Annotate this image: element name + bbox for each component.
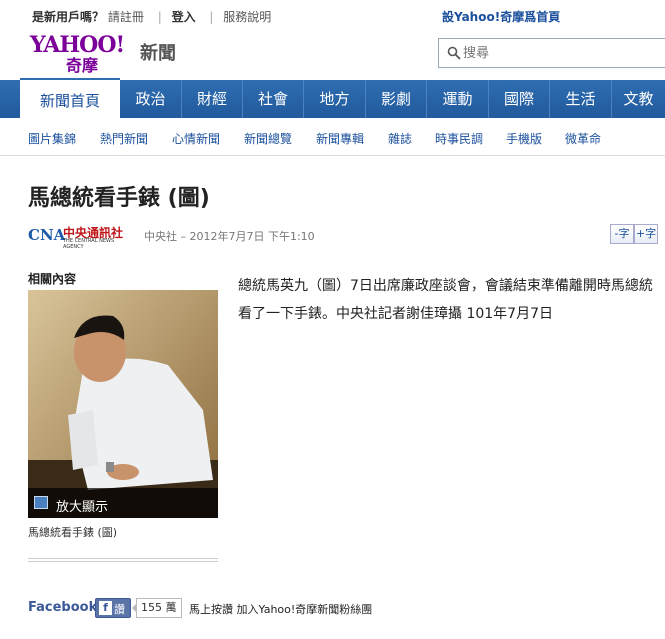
tab-news-home[interactable]: 新聞首頁 bbox=[20, 78, 120, 118]
subnav-magazine[interactable]: 雜誌 bbox=[388, 130, 412, 147]
article-title: 馬總統看手錶 (圖) bbox=[28, 186, 210, 211]
article-photo[interactable]: 放大顯示 bbox=[28, 290, 218, 518]
article-byline: CNA 中央通訊社 THE CENTRAL NEWS AGENCY 中央社 – … bbox=[28, 224, 665, 250]
subnav-polls[interactable]: 時事民調 bbox=[435, 130, 483, 147]
section-name: 新聞 bbox=[140, 43, 176, 64]
subnav-news-features[interactable]: 新聞專輯 bbox=[316, 130, 364, 147]
tab-local[interactable]: 地方 bbox=[304, 80, 366, 118]
facebook-cta: 馬上按讚 加入Yahoo!奇摩新聞粉絲團 bbox=[189, 603, 373, 616]
tab-politics[interactable]: 政治 bbox=[120, 80, 182, 118]
top-utility-bar: 是新用戶嗎？ 請註冊 | 登入 | 服務說明 設Yahoo!奇摩爲首頁 bbox=[0, 0, 665, 30]
facebook-title: Facebook bbox=[28, 600, 98, 615]
service-info-link[interactable]: 服務說明 bbox=[223, 10, 271, 24]
photo-caption[interactable]: 馬總統看手錶 (圖) bbox=[28, 524, 117, 540]
tab-society[interactable]: 社會 bbox=[243, 80, 304, 118]
tab-finance[interactable]: 財經 bbox=[182, 80, 243, 118]
facebook-like-button[interactable]: f 讚 bbox=[95, 598, 131, 618]
section-divider bbox=[28, 558, 218, 562]
search-box[interactable] bbox=[438, 38, 665, 68]
subnav-mobile[interactable]: 手機版 bbox=[506, 130, 542, 147]
user-links: 是新用戶嗎？ 請註冊 | 登入 | 服務說明 bbox=[32, 8, 275, 25]
zoom-icon bbox=[34, 496, 48, 509]
facebook-icon: f bbox=[99, 601, 112, 615]
tab-entertainment[interactable]: 影劇 bbox=[366, 80, 427, 118]
facebook-bar: Facebook f 讚 155 萬 馬上按讚 加入Yahoo!奇摩新聞粉絲團 bbox=[28, 598, 665, 618]
zoom-bar[interactable]: 放大顯示 bbox=[28, 488, 218, 518]
like-count: 155 萬 bbox=[132, 598, 182, 618]
like-label: 讚 bbox=[114, 603, 125, 616]
divider: | bbox=[157, 10, 162, 24]
article-source-date: 中央社 – 2012年7月7日 下午1:10 bbox=[144, 230, 315, 243]
main-nav: 新聞首頁 政治 財經 社會 地方 影劇 運動 國際 生活 文教 bbox=[0, 78, 665, 118]
yahoo-news-logo[interactable]: YAHOO! 奇摩 新聞 bbox=[28, 30, 188, 75]
divider: | bbox=[209, 10, 214, 24]
font-larger-button[interactable]: +字 bbox=[634, 224, 658, 244]
register-link[interactable]: 請註冊 bbox=[108, 10, 144, 24]
related-content-heading: 相關內容 bbox=[28, 272, 77, 286]
tab-culture-education[interactable]: 文教 bbox=[612, 80, 665, 118]
cna-logo-mark: CNA bbox=[28, 226, 66, 244]
subnav-mood-news[interactable]: 心情新聞 bbox=[172, 130, 220, 147]
new-user-prompt: 是新用戶嗎？ bbox=[32, 10, 105, 24]
font-smaller-button[interactable]: -字 bbox=[610, 224, 634, 244]
subnav-hot-news[interactable]: 熱門新聞 bbox=[100, 130, 148, 147]
sub-nav: 圖片集錦 熱門新聞 心情新聞 新聞總覽 新聞專輯 雜誌 時事民調 手機版 微革命 bbox=[0, 118, 665, 156]
tab-international[interactable]: 國際 bbox=[489, 80, 550, 118]
subnav-photo-gallery[interactable]: 圖片集錦 bbox=[28, 130, 76, 147]
yahoo-logo-zh: 奇摩 bbox=[66, 56, 99, 75]
search-icon bbox=[447, 46, 461, 60]
subnav-micro-revolution[interactable]: 微革命 bbox=[565, 130, 601, 147]
tab-sports[interactable]: 運動 bbox=[427, 80, 489, 118]
login-link[interactable]: 登入 bbox=[172, 10, 196, 24]
cna-logo[interactable]: CNA 中央通訊社 THE CENTRAL NEWS AGENCY bbox=[28, 224, 136, 250]
photo-image bbox=[28, 290, 218, 518]
tab-lifestyle[interactable]: 生活 bbox=[550, 80, 612, 118]
zoom-label: 放大顯示 bbox=[56, 500, 109, 515]
article-body: 總統馬英九（圖）7日出席廉政座談會，會議結束準備離開時馬總統看了一下手錶。中央社… bbox=[238, 278, 653, 322]
set-homepage-link[interactable]: 設Yahoo!奇摩爲首頁 bbox=[442, 8, 560, 25]
subnav-news-overview[interactable]: 新聞總覽 bbox=[244, 130, 292, 147]
cna-logo-en: THE CENTRAL NEWS AGENCY bbox=[63, 238, 115, 250]
search-input[interactable] bbox=[463, 43, 653, 63]
